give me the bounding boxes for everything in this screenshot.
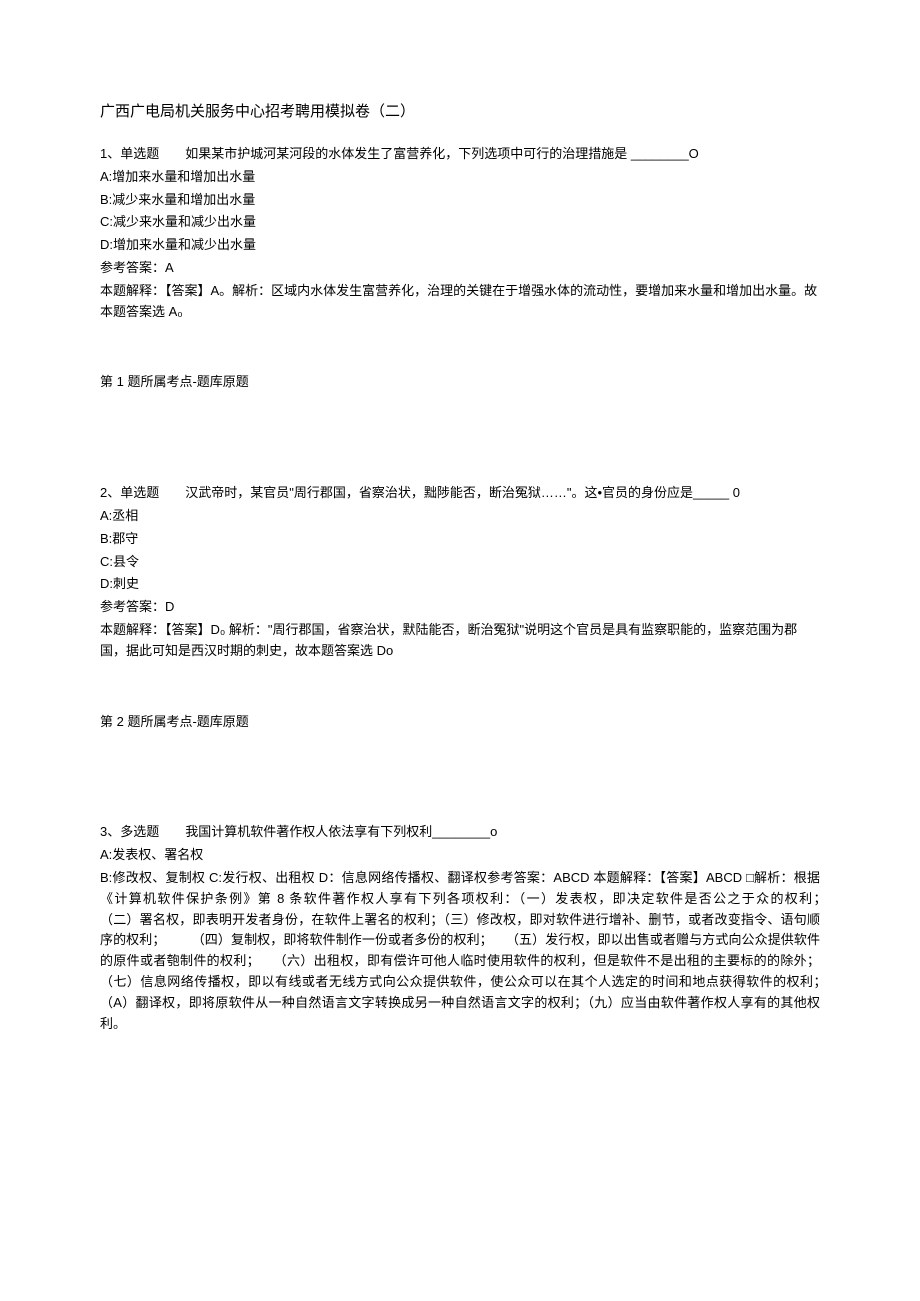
q1-option-c: C:减少来水量和减少出水量	[100, 212, 820, 233]
q3-body: B:修改权、复制权 C:发行权、出租权 D：信息网络传播权、翻译权参考答案：AB…	[100, 868, 820, 1034]
q2-stem: 2、单选题 汉武帝时，某官员"周行郡国，省察治状，黜陟能否，断治冤狱……"。这•…	[100, 483, 820, 504]
q2-option-d: D:刺史	[100, 574, 820, 595]
q1-option-a: A:增加来水量和增加出水量	[100, 167, 820, 188]
q2-option-b: B:郡守	[100, 529, 820, 550]
document-title: 广西广电局机关服务中心招考聘用模拟卷（二）	[100, 100, 820, 124]
q3-stem: 3、多选题 我国计算机软件著作权人依法享有下列权利________o	[100, 822, 820, 843]
q2-option-a: A:丞相	[100, 506, 820, 527]
question-3: 3、多选题 我国计算机软件著作权人依法享有下列权利________o A:发表权…	[100, 822, 820, 1034]
q2-source: 第 2 题所属考点-题库原题	[100, 712, 820, 733]
q2-answer: 参考答案：D	[100, 597, 820, 618]
q2-explanation: 本题解释：【答案】D₀ 解析："周行郡国，省察治状，默陆能否，断治冤狱"说明这个…	[100, 620, 820, 662]
q1-option-d: D:增加来水量和减少出水量	[100, 235, 820, 256]
q1-stem: 1、单选题 如果某市护城河某河段的水体发生了富营养化，下列选项中可行的治理措施是…	[100, 144, 820, 165]
q1-answer: 参考答案：A	[100, 258, 820, 279]
q2-option-c: C:县令	[100, 552, 820, 573]
q1-explanation: 本题解释：【答案】A。解析：区域内水体发生富营养化，治理的关键在于增强水体的流动…	[100, 281, 820, 323]
q1-source: 第 1 题所属考点-题库原题	[100, 372, 820, 393]
q3-option-a: A:发表权、署名权	[100, 845, 820, 866]
q1-option-b: B:减少来水量和增加出水量	[100, 190, 820, 211]
question-2: 2、单选题 汉武帝时，某官员"周行郡国，省察治状，黜陟能否，断治冤狱……"。这•…	[100, 483, 820, 661]
question-1: 1、单选题 如果某市护城河某河段的水体发生了富营养化，下列选项中可行的治理措施是…	[100, 144, 820, 322]
